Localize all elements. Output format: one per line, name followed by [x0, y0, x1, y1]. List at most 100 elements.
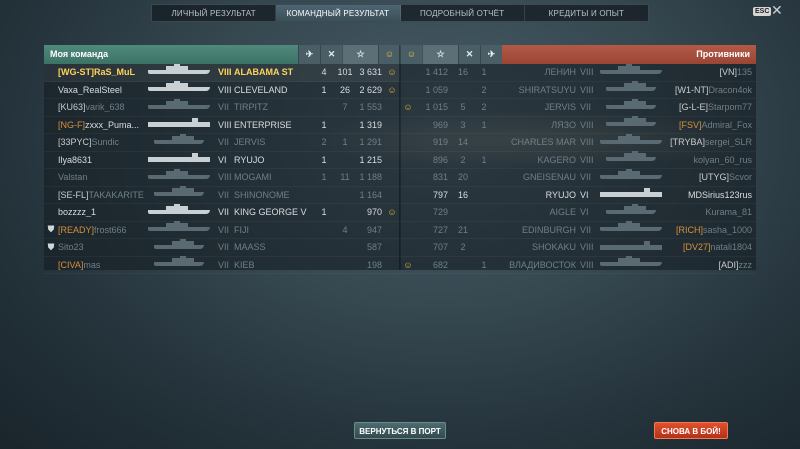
table-row[interactable]: [CIVA]mas VII KIEB 198: [44, 256, 400, 274]
ship-tier: VII: [580, 224, 592, 235]
battle-again-button[interactable]: СНОВА В БОЙ!: [654, 422, 728, 439]
plane-kills-icon[interactable]: ✈: [298, 45, 320, 64]
ship-silhouette: [596, 256, 670, 273]
clan-tag: [CIVA]: [58, 259, 84, 270]
stat-value: 20: [457, 172, 468, 183]
table-row[interactable]: 896 2 1 KAGERO VIII kolyan_60_rus: [400, 151, 756, 169]
clan-tag: [VN]: [719, 67, 737, 78]
player-nick: Ilya8631: [58, 154, 93, 165]
ship-tier: VIII: [218, 84, 232, 95]
close-icon[interactable]: ✕: [771, 2, 783, 18]
player-name: [WG-ST]RaS_MuL: [58, 67, 144, 77]
player-name: [NG-F]zxxx_Puma...: [58, 120, 144, 130]
table-row[interactable]: 707 2 SHOKAKU VIII [DV27]natali1804: [400, 239, 756, 257]
ship-tier: VII: [218, 137, 230, 148]
table-row[interactable]: [NG-F]zxxx_Puma... VIII ENTERPRISE 1 1 319: [44, 117, 400, 134]
table-row[interactable]: ☺ 682 1 ВЛАДИВОСТОК VIII [ADI]zzz: [400, 256, 756, 274]
table-row[interactable]: ☺ 1 015 5 2 JERVIS VII [G-L-E]Starpom77: [400, 98, 756, 117]
table-row[interactable]: 919 14 CHARLES MAR VIII [TRYBA]sergei_SLR: [400, 133, 756, 152]
achievement-icon[interactable]: ☺: [400, 45, 422, 64]
table-row[interactable]: 831 20 GNEISENAU VII [UTYG]Scvor: [400, 168, 756, 187]
table-row[interactable]: Valstan VIII MOGAMI 1 11 1 188: [44, 168, 400, 187]
ship-tier: VIII: [218, 172, 232, 183]
stat-value: 1: [321, 119, 327, 130]
tab-detailed-report[interactable]: ПОДРОБНЫЙ ОТЧЁТ: [401, 5, 525, 21]
table-row[interactable]: ⛊ [READY]frost666 VII FIJI 4 947: [44, 221, 400, 239]
table-row[interactable]: [WG-ST]RaS_MuL VIII ALABAMA ST 4 101 3 631 ☺: [44, 63, 400, 82]
tab-personal-result[interactable]: ЛИЧНЫЙ РЕЗУЛЬТАТ: [152, 5, 277, 21]
plane-kills-icon[interactable]: ✈: [480, 45, 502, 64]
base-xp: 1 164: [359, 189, 382, 200]
stat-value: 1: [321, 207, 327, 218]
my-team-header: Моя команда ✈ ✕ ☆ ☺: [44, 45, 400, 64]
clan-tag: [NG-F]: [58, 119, 85, 130]
table-row[interactable]: 797 16 RYUJO VI MDSirius123rus: [400, 187, 756, 204]
ship-tier: VII: [218, 224, 230, 235]
tab-credits-xp[interactable]: КРЕДИТЫ И ОПЫТ: [525, 5, 648, 21]
table-row[interactable]: [33PYC]Sundic VII JERVIS 2 1 1 291: [44, 133, 400, 152]
ship-name: MAASS: [234, 242, 266, 253]
stat-value: 2: [321, 137, 327, 148]
ship-kills-icon[interactable]: ✕: [458, 45, 480, 64]
table-row[interactable]: 1 059 2 SHIRATSUYU VIII [W1-NT]Dracon4ok: [400, 81, 756, 99]
base-xp: 1 319: [359, 119, 382, 130]
battleship-silhouette-icon: [148, 203, 210, 214]
table-row[interactable]: 1 412 16 1 ЛЕНИН VIII [VN]135: [400, 63, 756, 82]
base-xp: 919: [432, 137, 448, 148]
ship-tier: VII: [218, 207, 230, 218]
clan-tag: [G-L-E]: [678, 102, 708, 113]
return-to-port-button[interactable]: ВЕРНУТЬСЯ В ПОРТ: [354, 422, 446, 439]
ship-tier: VII: [580, 102, 592, 113]
ship-silhouette: [144, 238, 218, 256]
player-name: bozzzz_1: [58, 207, 144, 217]
stat-value: 21: [457, 224, 468, 235]
ship-tier: VIII: [580, 242, 594, 253]
player-name: [W1-NT]Dracon4ok: [670, 85, 756, 95]
player-nick: sergei_SLR: [704, 137, 752, 148]
base-xp: 1 188: [359, 172, 382, 183]
clan-tag: [W1-NT]: [674, 84, 709, 95]
stat-value: 7: [342, 102, 348, 113]
table-row[interactable]: bozzzz_1 VII KING GEORGE V 1 970 ☺: [44, 203, 400, 222]
table-row[interactable]: ⛊ Sito23 VII MAASS 587: [44, 238, 400, 257]
player-name: kolyan_60_rus: [670, 155, 756, 165]
ship-tier: VIII: [218, 119, 232, 130]
destroyer-silhouette-icon: [606, 116, 656, 127]
enemy-team-panel: ☺ ☆ ✕ ✈ Противники 1 412 16 1 ЛЕНИН VIII [VN]…: [400, 45, 756, 274]
my-team-list: [WG-ST]RaS_MuL VIII ALABAMA ST 4 101 3 631 ☺ Va…: [44, 63, 400, 274]
my-team-panel: Моя команда ✈ ✕ ☆ ☺ [WG-ST]RaS_MuL VIII AL…: [44, 45, 400, 274]
ship-silhouette: [144, 133, 218, 151]
clan-tag: [TRYBA]: [670, 137, 705, 148]
table-row[interactable]: Vaxa_RealSteel VIII CLEVELAND 1 26 2 629 ☺: [44, 81, 400, 99]
ship-kills-icon[interactable]: ✕: [320, 45, 342, 64]
stat-value: 1: [481, 259, 487, 270]
player-name: [DV27]natali1804: [670, 242, 756, 252]
player-name: [33PYC]Sundic: [58, 137, 144, 147]
player-nick: Vaxa_RealSteel: [58, 84, 122, 95]
base-xp: 3 631: [359, 67, 382, 78]
table-row[interactable]: 727 21 EDINBURGH VII [RICH]sasha_1000: [400, 221, 756, 239]
achievement-icon: ☺: [387, 84, 397, 95]
achievement-icon: ☺: [387, 67, 397, 78]
tab-team-result[interactable]: КОМАНДНЫЙ РЕЗУЛЬТАТ: [276, 5, 401, 21]
stat-value: 1: [481, 67, 487, 78]
player-nick: zzz: [738, 259, 753, 270]
table-row[interactable]: 969 3 1 ЛЯЗО VIII [FSV]Admiral_Fox: [400, 116, 756, 134]
ship-name: CHARLES MAR: [510, 137, 576, 148]
table-row[interactable]: Ilya8631 VI RYUJO 1 1 215: [44, 152, 400, 169]
achievement-icon[interactable]: ☺: [378, 45, 400, 64]
ship-name: ЛЕНИН: [544, 67, 576, 78]
star-icon[interactable]: ☆: [422, 45, 458, 64]
player-nick: bozzzz_1: [58, 207, 97, 218]
ship-tier: VIII: [218, 67, 232, 78]
table-row[interactable]: 729 AIGLE VI Kurama_81: [400, 203, 756, 222]
table-row[interactable]: [SE-FL]TAKAKARITE VII SHINONOME 1 164: [44, 186, 400, 204]
base-xp: 947: [366, 224, 382, 235]
ship-tier: VIII: [580, 154, 594, 165]
table-row[interactable]: [KU63]varik_638 VII TIRPITZ 7 1 553: [44, 98, 400, 117]
ship-name: SHOKAKU: [531, 242, 576, 253]
ship-name: FIJI: [234, 224, 249, 235]
ship-name: SHIRATSUYU: [518, 84, 576, 95]
star-icon[interactable]: ☆: [342, 45, 378, 64]
player-name: Valstan: [58, 172, 144, 182]
